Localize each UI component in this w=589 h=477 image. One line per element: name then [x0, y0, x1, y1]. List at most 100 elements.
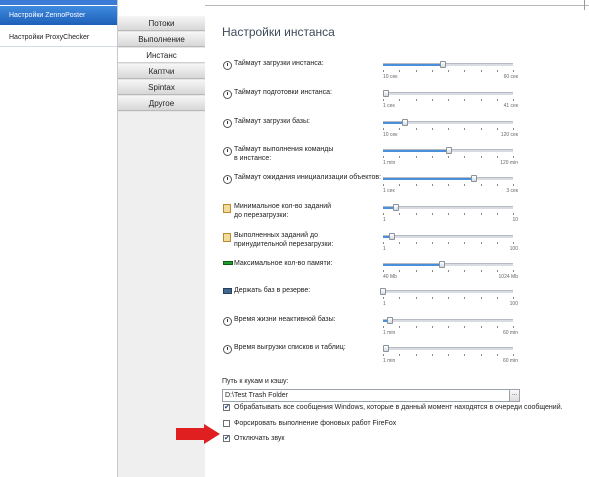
slider-thumb[interactable] [383, 345, 389, 352]
cookies-path-input[interactable]: D:\Test Trash Folder [222, 389, 513, 402]
slider-thumb[interactable] [393, 204, 399, 211]
slider-tick [432, 242, 433, 244]
slider-track[interactable] [383, 347, 513, 350]
process-windows-messages-checkbox[interactable]: ✔ [223, 404, 230, 411]
slider-tick [513, 213, 514, 215]
slider-tick [464, 213, 465, 215]
mute-sound-checkbox[interactable]: ✔ [223, 435, 230, 442]
slider-min-label: 40 Mb [383, 274, 397, 280]
slider-tick [383, 99, 384, 101]
slider-tick [464, 99, 465, 101]
tab-instance[interactable]: Инстанс [118, 48, 205, 63]
slider-tick [399, 156, 400, 158]
slider-min-label: 1 min [383, 160, 396, 166]
slider-tick [432, 184, 433, 186]
tab-other[interactable]: Другое [118, 96, 205, 111]
setting-label: Держать баз в резерве: [234, 287, 311, 294]
clock-icon [223, 345, 232, 354]
slider-tick [448, 99, 449, 101]
slider-min-label: 1 min [383, 330, 396, 336]
slider-tick [416, 213, 417, 215]
slider-thumb[interactable] [389, 233, 395, 240]
document-icon [223, 204, 231, 213]
tab-captcha[interactable]: Каптчи [118, 64, 205, 79]
browse-button[interactable]: ... [509, 389, 520, 402]
slider-tick [513, 354, 514, 356]
slider-tick [432, 354, 433, 356]
slider-tick [497, 213, 498, 215]
slider-tick [416, 297, 417, 299]
slider-tick [416, 128, 417, 130]
clock-icon [223, 119, 232, 128]
sidebar-item-proxychecker-settings[interactable]: Настройки ProxyChecker [0, 28, 117, 47]
slider-tick [497, 270, 498, 272]
slider-tick [497, 297, 498, 299]
slider-tick [481, 184, 482, 186]
slider-thumb[interactable] [380, 288, 386, 295]
slider-fill [383, 264, 442, 266]
slider-tick [399, 70, 400, 72]
slider-tick [383, 354, 384, 356]
slider-tick [448, 213, 449, 215]
slider-tick [432, 213, 433, 215]
slider-tick [464, 297, 465, 299]
slider-track[interactable] [383, 92, 513, 95]
slider-tick [513, 128, 514, 130]
slider-max-label: 100 [509, 246, 518, 252]
slider-tick [383, 213, 384, 215]
slider-tick [399, 270, 400, 272]
slider-tick [399, 326, 400, 328]
slider-tick [399, 99, 400, 101]
slider-max-label: 120 min [500, 160, 518, 166]
slider-tick [399, 242, 400, 244]
slider-tick [481, 354, 482, 356]
slider-tick [432, 326, 433, 328]
slider-tick [464, 270, 465, 272]
setting-label: Максимальное кол-во памяти: [234, 260, 333, 267]
slider-track[interactable] [383, 290, 513, 293]
slider-tick [513, 156, 514, 158]
slider-thumb[interactable] [439, 261, 445, 268]
slider-track[interactable] [383, 235, 513, 238]
page-title: Настройки инстанса [222, 25, 335, 39]
slider-tick [497, 128, 498, 130]
slider-thumb[interactable] [471, 175, 477, 182]
slider-thumb[interactable] [402, 119, 408, 126]
slider-tick [432, 99, 433, 101]
slider-tick [497, 326, 498, 328]
slider-tick [416, 326, 417, 328]
slider-tick [464, 242, 465, 244]
database-icon [223, 288, 232, 294]
slider-track[interactable] [383, 319, 513, 322]
settings-tab-panel: Потоки Выполнение Инстанс Каптчи Spintax… [118, 16, 205, 477]
slider-thumb[interactable] [387, 317, 393, 324]
force-firefox-background-checkbox[interactable] [223, 420, 230, 427]
slider-thumb[interactable] [383, 90, 389, 97]
slider-min-label: 10 сек [383, 74, 398, 80]
tab-execution[interactable]: Выполнение [118, 32, 205, 47]
slider-track[interactable] [383, 206, 513, 209]
slider-tick [383, 297, 384, 299]
slider-tick [481, 242, 482, 244]
process-windows-messages-label: Обрабатывать все сообщения Windows, кото… [234, 404, 563, 411]
tab-panel-background [118, 112, 205, 477]
slider-tick [399, 297, 400, 299]
slider-tick [464, 128, 465, 130]
slider-max-label: 10 [512, 217, 518, 223]
setting-label: Таймаут загрузки инстанса: [234, 60, 324, 67]
slider-tick [383, 242, 384, 244]
slider-tick [513, 326, 514, 328]
setting-label: Выполненных заданий до принудительной пе… [234, 232, 334, 248]
slider-tick [416, 354, 417, 356]
slider-tick [448, 326, 449, 328]
setting-label: Таймаут подготовки инстанса: [234, 89, 332, 96]
slider-thumb[interactable] [446, 147, 452, 154]
slider-tick [448, 184, 449, 186]
slider-tick [464, 326, 465, 328]
tab-spintax[interactable]: Spintax [118, 80, 205, 95]
sidebar-item-zennoposter-settings[interactable]: Настройки ZennoPoster [0, 6, 117, 25]
slider-thumb[interactable] [440, 61, 446, 68]
tab-threads[interactable]: Потоки [118, 16, 205, 31]
red-arrow-icon [176, 424, 220, 444]
slider-min-label: 1 сек [383, 103, 395, 109]
